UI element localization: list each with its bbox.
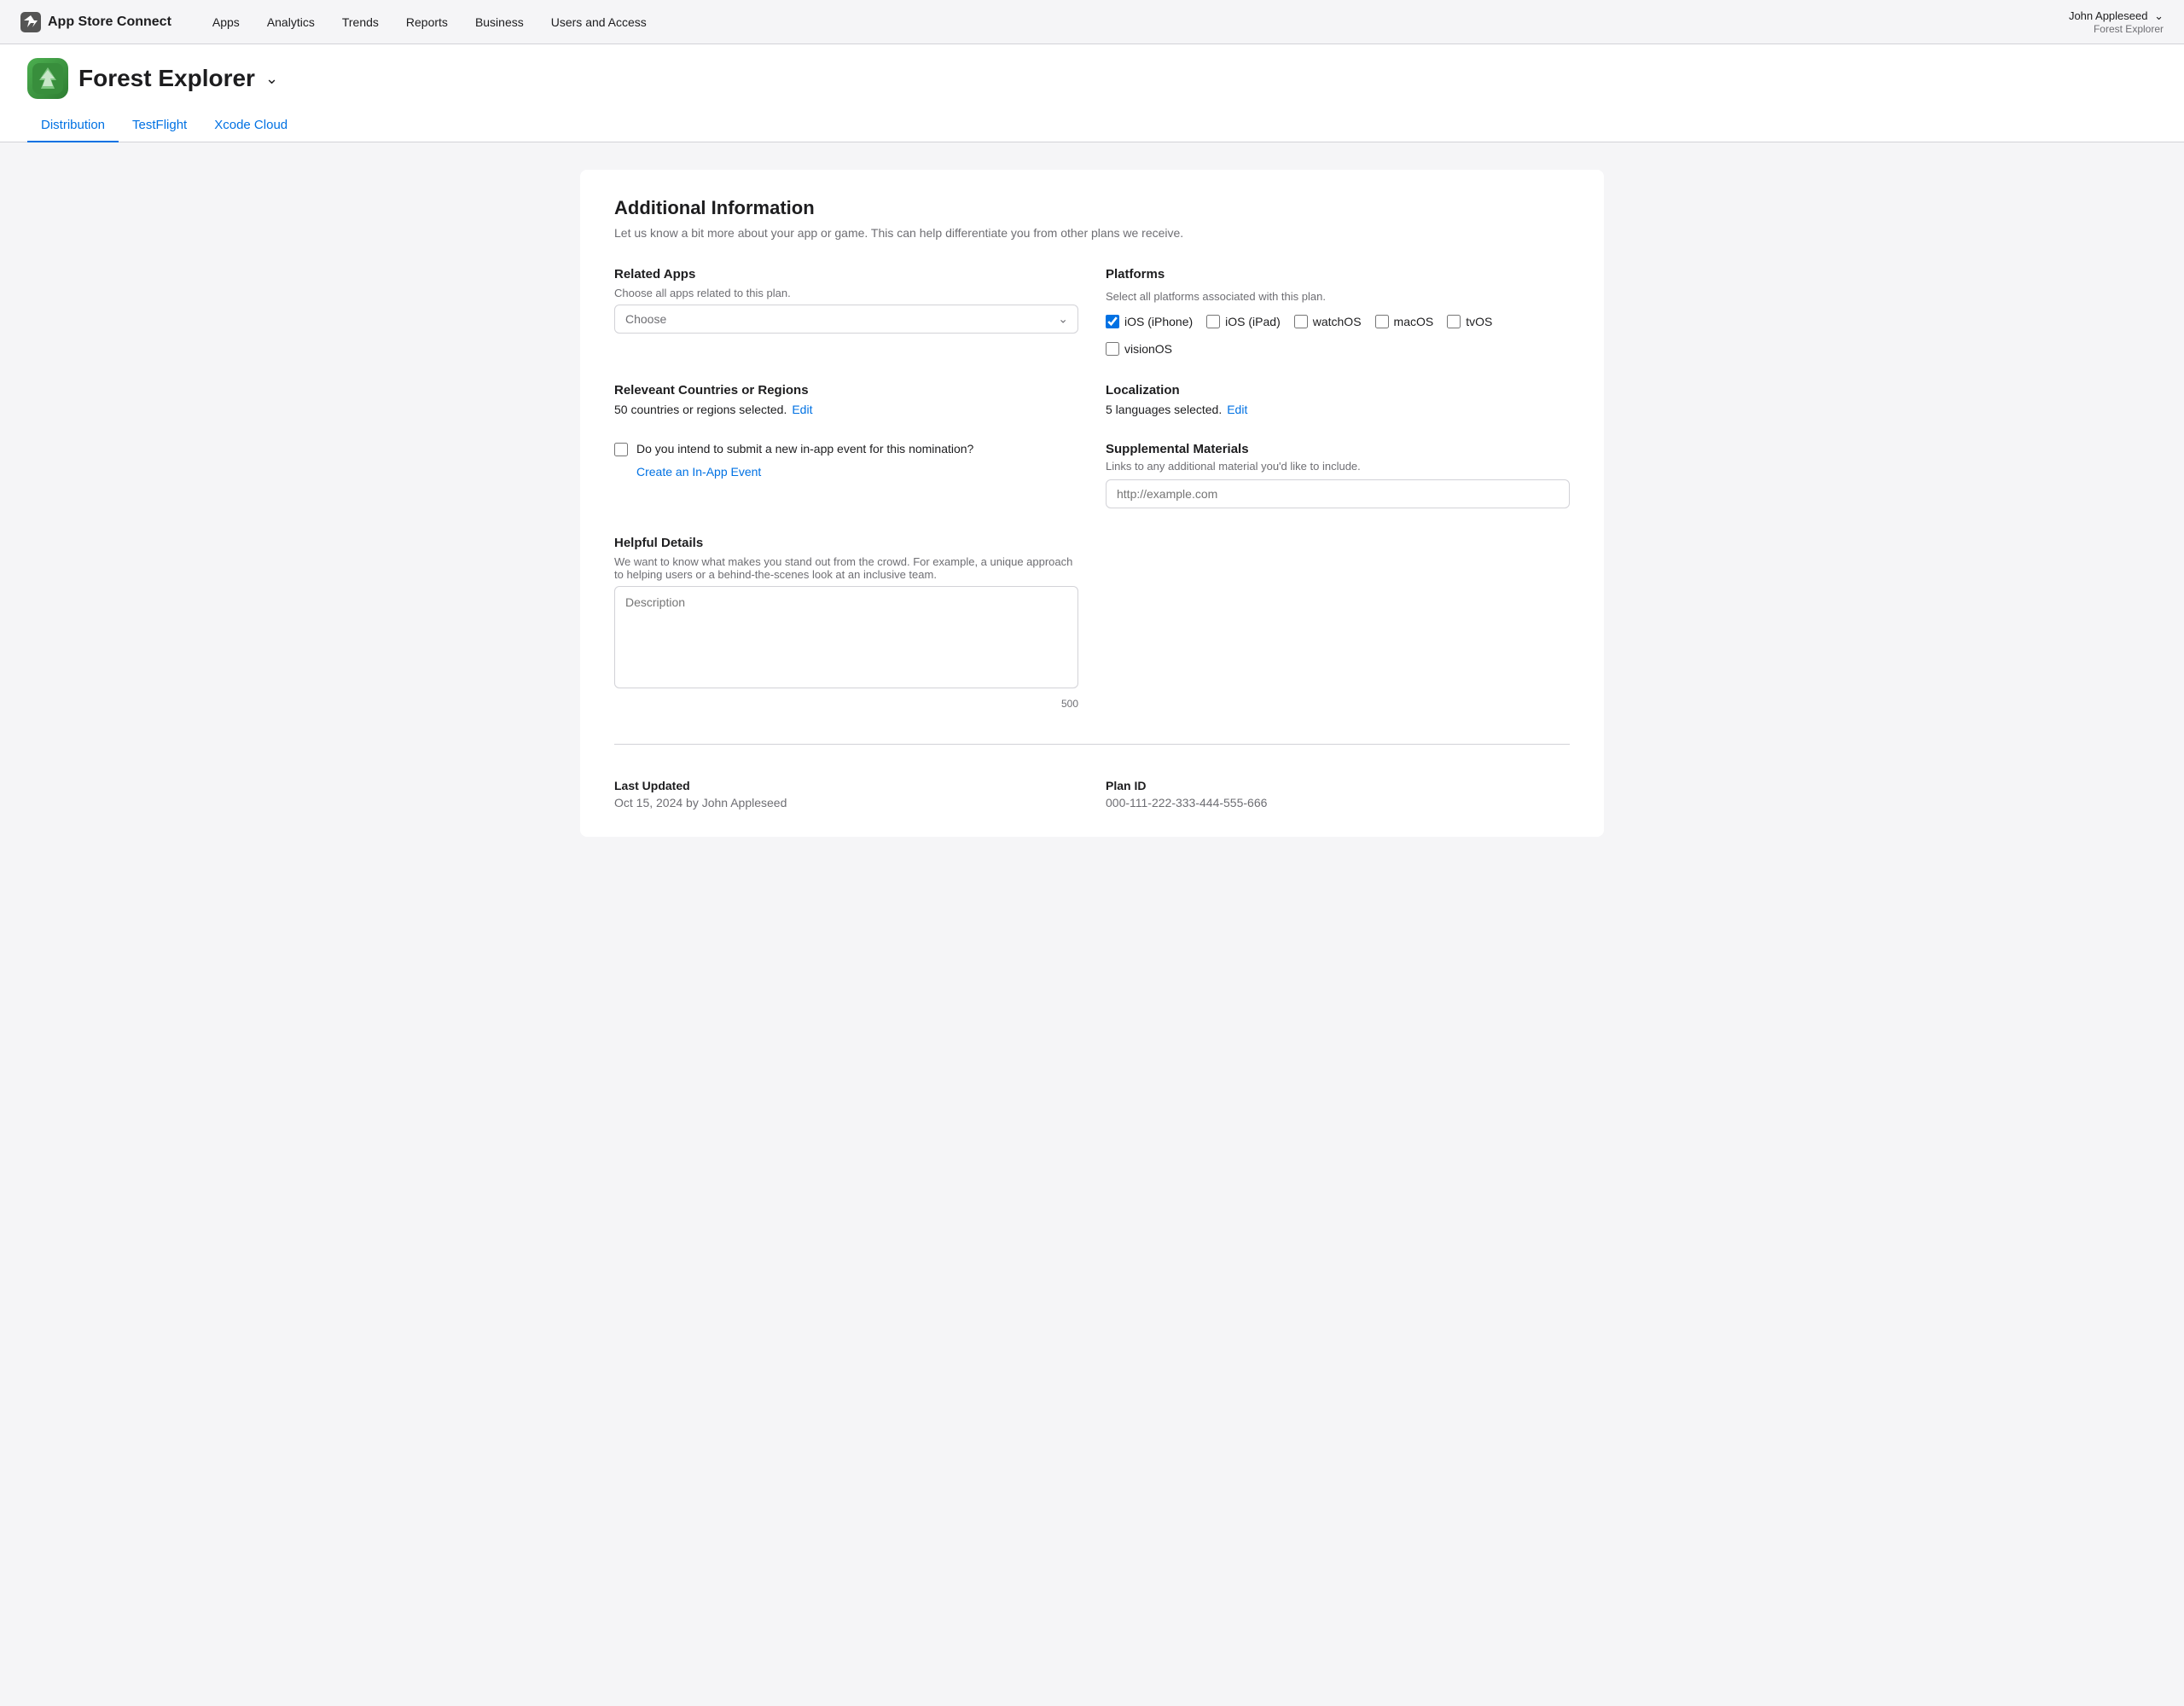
platform-visionos-checkbox[interactable] bbox=[1106, 342, 1119, 356]
related-apps-label: Related Apps bbox=[614, 267, 1078, 281]
helpful-details-group: Helpful Details We want to know what mak… bbox=[614, 536, 1078, 710]
nav-link-users[interactable]: Users and Access bbox=[537, 0, 660, 44]
platform-checkboxes: iOS (iPhone) iOS (iPad) watchOS macOS tv… bbox=[1106, 315, 1570, 356]
related-apps-sublabel: Choose all apps related to this plan. bbox=[614, 287, 1078, 299]
platform-ipad-checkbox[interactable] bbox=[1206, 315, 1220, 328]
user-chevron-icon: ⌄ bbox=[2154, 9, 2164, 23]
platforms-label: Platforms bbox=[1106, 267, 1570, 281]
related-apps-select[interactable]: Choose bbox=[614, 305, 1078, 334]
create-in-app-event-link[interactable]: Create an In-App Event bbox=[636, 465, 1078, 479]
main-content: Additional Information Let us know a bit… bbox=[580, 170, 1604, 837]
navigation: App Store Connect Apps Analytics Trends … bbox=[0, 0, 2184, 44]
platform-tvos-label: tvOS bbox=[1466, 315, 1492, 328]
countries-row: 50 countries or regions selected. Edit bbox=[614, 403, 1078, 416]
platform-iphone-checkbox[interactable] bbox=[1106, 315, 1119, 328]
char-count: 500 bbox=[614, 698, 1078, 710]
platforms-sublabel: Select all platforms associated with thi… bbox=[1106, 290, 1570, 303]
tab-distribution[interactable]: Distribution bbox=[27, 109, 119, 142]
footer-divider bbox=[614, 744, 1570, 745]
supplemental-materials-group: Supplemental Materials Links to any addi… bbox=[1106, 442, 1570, 508]
platform-tvos[interactable]: tvOS bbox=[1447, 315, 1492, 328]
supplemental-input[interactable] bbox=[1106, 479, 1570, 508]
platform-macos[interactable]: macOS bbox=[1375, 315, 1434, 328]
platform-macos-label: macOS bbox=[1394, 315, 1434, 328]
nav-link-apps[interactable]: Apps bbox=[199, 0, 253, 44]
last-updated-label: Last Updated bbox=[614, 779, 1078, 792]
nav-link-reports[interactable]: Reports bbox=[392, 0, 462, 44]
nav-links: Apps Analytics Trends Reports Business U… bbox=[199, 0, 2069, 44]
platform-iphone[interactable]: iOS (iPhone) bbox=[1106, 315, 1193, 328]
app-header: Forest Explorer ⌄ Distribution TestFligh… bbox=[0, 44, 2184, 142]
platform-ipad-label: iOS (iPad) bbox=[1225, 315, 1281, 328]
app-tabs: Distribution TestFlight Xcode Cloud bbox=[27, 109, 2157, 142]
description-textarea[interactable] bbox=[614, 586, 1078, 688]
in-app-event-row: Do you intend to submit a new in-app eve… bbox=[614, 442, 1078, 456]
countries-value: 50 countries or regions selected. bbox=[614, 403, 787, 416]
last-updated-section: Last Updated Oct 15, 2024 by John Apples… bbox=[614, 779, 1078, 809]
footer-grid: Last Updated Oct 15, 2024 by John Apples… bbox=[614, 779, 1570, 809]
logo-icon bbox=[20, 12, 41, 32]
related-apps-select-wrapper: Choose ⌄ bbox=[614, 305, 1078, 334]
localization-edit-link[interactable]: Edit bbox=[1227, 403, 1247, 416]
helpful-details-sublabel: We want to know what makes you stand out… bbox=[614, 555, 1078, 581]
platform-watchos-checkbox[interactable] bbox=[1294, 315, 1308, 328]
plan-id-label: Plan ID bbox=[1106, 779, 1570, 792]
platforms-group: Platforms Select all platforms associate… bbox=[1106, 267, 1570, 356]
tab-testflight[interactable]: TestFlight bbox=[119, 109, 200, 142]
app-title: Forest Explorer bbox=[78, 65, 255, 92]
plan-id-value: 000-111-222-333-444-555-666 bbox=[1106, 796, 1570, 809]
app-icon bbox=[27, 58, 68, 99]
localization-row: 5 languages selected. Edit bbox=[1106, 403, 1570, 416]
tab-xcode-cloud[interactable]: Xcode Cloud bbox=[200, 109, 301, 142]
user-menu[interactable]: John Appleseed ⌄ Forest Explorer bbox=[2069, 9, 2164, 35]
countries-edit-link[interactable]: Edit bbox=[792, 403, 812, 416]
logo-text: App Store Connect bbox=[48, 15, 171, 30]
user-app-name: Forest Explorer bbox=[2094, 23, 2164, 35]
platform-visionos[interactable]: visionOS bbox=[1106, 342, 1172, 356]
helpful-details-label: Helpful Details bbox=[614, 536, 1078, 550]
nav-link-analytics[interactable]: Analytics bbox=[253, 0, 328, 44]
platform-ipad[interactable]: iOS (iPad) bbox=[1206, 315, 1281, 328]
platform-watchos-label: watchOS bbox=[1313, 315, 1362, 328]
supplemental-sublabel: Links to any additional material you'd l… bbox=[1106, 460, 1570, 473]
related-apps-group: Related Apps Choose all apps related to … bbox=[614, 267, 1078, 356]
page-description: Let us know a bit more about your app or… bbox=[614, 226, 1570, 240]
localization-label: Localization bbox=[1106, 383, 1570, 397]
in-app-event-checkbox[interactable] bbox=[614, 443, 628, 456]
nav-link-trends[interactable]: Trends bbox=[328, 0, 392, 44]
plan-id-section: Plan ID 000-111-222-333-444-555-666 bbox=[1106, 779, 1570, 809]
description-textarea-wrapper bbox=[614, 586, 1078, 691]
platform-visionos-label: visionOS bbox=[1124, 342, 1172, 356]
app-store-connect-logo[interactable]: App Store Connect bbox=[20, 12, 171, 32]
form-grid: Related Apps Choose all apps related to … bbox=[614, 267, 1570, 710]
supplemental-label: Supplemental Materials bbox=[1106, 442, 1249, 456]
platform-tvos-checkbox[interactable] bbox=[1447, 315, 1461, 328]
platform-iphone-label: iOS (iPhone) bbox=[1124, 315, 1193, 328]
localization-value: 5 languages selected. bbox=[1106, 403, 1222, 416]
forest-explorer-icon bbox=[32, 63, 63, 94]
localization-group: Localization 5 languages selected. Edit … bbox=[1106, 383, 1570, 508]
last-updated-value: Oct 15, 2024 by John Appleseed bbox=[614, 796, 1078, 809]
platform-watchos[interactable]: watchOS bbox=[1294, 315, 1362, 328]
nav-link-business[interactable]: Business bbox=[462, 0, 537, 44]
user-name: John Appleseed ⌄ bbox=[2069, 9, 2164, 23]
platform-macos-checkbox[interactable] bbox=[1375, 315, 1389, 328]
countries-group: Releveant Countries or Regions 50 countr… bbox=[614, 383, 1078, 508]
in-app-event-label: Do you intend to submit a new in-app eve… bbox=[636, 442, 973, 456]
countries-label: Releveant Countries or Regions bbox=[614, 383, 1078, 397]
page-title: Additional Information bbox=[614, 197, 1570, 219]
app-title-chevron[interactable]: ⌄ bbox=[265, 70, 278, 88]
